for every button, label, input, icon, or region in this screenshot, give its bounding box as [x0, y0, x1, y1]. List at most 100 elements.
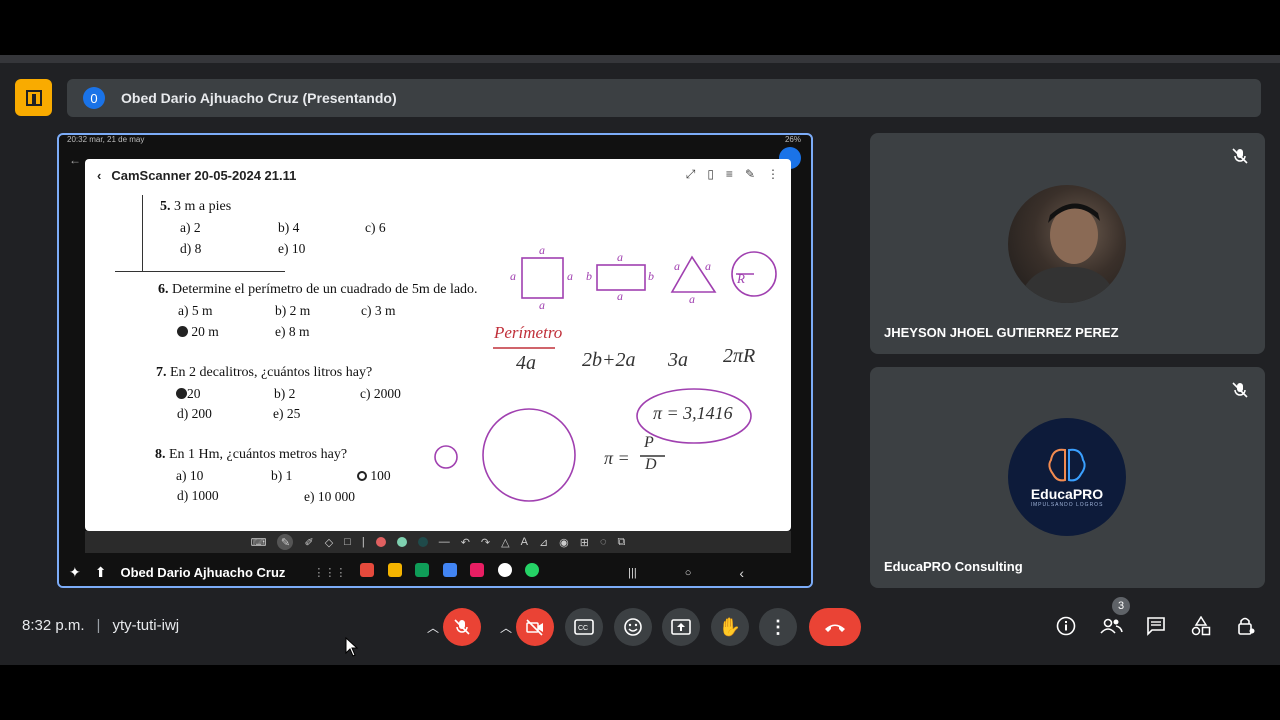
green-color-swatch[interactable]: [396, 537, 407, 547]
separator: |: [96, 617, 101, 634]
people-button[interactable]: [1099, 614, 1123, 638]
square-shape: [521, 257, 564, 299]
pin-icon[interactable]: ✦: [69, 564, 81, 581]
presenting-label: Obed Dario Ajhuacho Cruz (Presentando): [121, 90, 397, 106]
presenting-banner: 0 Obed Dario Ajhuacho Cruz (Presentando): [67, 79, 1261, 117]
audio-options-chevron-icon[interactable]: ︿: [427, 619, 439, 636]
door-icon: [25, 89, 42, 106]
label-a-tri-right: a: [705, 259, 711, 273]
activities-button[interactable]: [1189, 614, 1213, 638]
video-options-chevron-icon[interactable]: ︿: [500, 619, 512, 636]
taskbar-apps: [360, 563, 548, 582]
mic-off-icon: [454, 619, 470, 635]
lasso-icon[interactable]: ◌: [600, 536, 607, 548]
dark-color-swatch[interactable]: [417, 537, 428, 547]
participant-name: EducaPRO Consulting: [884, 559, 1023, 574]
app-red-icon[interactable]: [360, 563, 375, 577]
formula-square: 4a: [516, 352, 536, 374]
reactions-button[interactable]: [614, 608, 652, 646]
select-icon[interactable]: □: [344, 536, 351, 548]
keyboard-icon[interactable]: ⌨: [251, 536, 267, 549]
recents-icon[interactable]: |||: [628, 567, 637, 579]
mic-off-icon: [1232, 148, 1248, 164]
label-a-bottom-square: a: [539, 298, 545, 312]
eraser-icon[interactable]: ◇: [325, 536, 333, 549]
presenter-name: Obed Dario Ajhuacho Cruz: [120, 565, 286, 580]
label-a-top-square: a: [539, 243, 545, 257]
shared-screen: 20:32 mar, 21 de may 26% ← ‹ CamScanner …: [57, 133, 813, 588]
hang-up-icon: [825, 624, 845, 632]
insert-icon[interactable]: ⊞: [580, 536, 589, 549]
meet-companion-button[interactable]: [15, 79, 52, 116]
more-vert-icon: ⋮: [769, 616, 787, 637]
undo-icon[interactable]: ↶: [461, 536, 470, 549]
ruler-icon[interactable]: ⊿: [539, 536, 548, 549]
app-files-icon[interactable]: [387, 563, 402, 577]
label-a-top-rect: a: [617, 250, 623, 264]
presenter-nav-bar: ✦ ⬆ Obed Dario Ajhuacho Cruz ⋮⋮⋮ ||| ○ ‹: [59, 559, 811, 586]
raise-hand-button[interactable]: ✋: [711, 608, 749, 646]
label-a-tri-bottom: a: [689, 292, 695, 306]
annotation-toolbar: ⌨ ✎ ✐ ◇ □ | — ↶ ↷ △ A ⊿ ◉ ⊞ ◌ ⧉: [85, 531, 791, 553]
pi-value: π = 3,1416: [653, 403, 733, 423]
participant-tile-educapro[interactable]: EducaPRO IMPULSANDO LOGROS EducaPRO Cons…: [870, 367, 1265, 588]
stroke-width-icon[interactable]: —: [439, 536, 450, 548]
screenshot-icon[interactable]: ⧉: [618, 536, 626, 549]
captions-icon: CC: [574, 619, 594, 635]
home-icon[interactable]: ○: [685, 567, 692, 579]
shapes-icon: [1191, 616, 1211, 636]
whatsapp-icon[interactable]: [525, 563, 540, 577]
chat-icon: [1147, 617, 1165, 636]
tablet-status-time: 20:32 mar, 21 de may: [67, 135, 145, 144]
chat-button[interactable]: [1144, 614, 1168, 638]
host-controls-button[interactable]: [1234, 614, 1258, 638]
educapro-logo: EducaPRO IMPULSANDO LOGROS: [1008, 418, 1126, 536]
app-drawer-icon[interactable]: ⋮⋮⋮: [313, 566, 346, 579]
document-page: ‹ CamScanner 20-05-2024 21.11 ⤢ ▯ ≡ ✎ ⋮ …: [85, 159, 791, 531]
chrome-icon[interactable]: [497, 563, 512, 577]
label-a-tri-left: a: [674, 259, 680, 273]
red-color-swatch[interactable]: [375, 537, 386, 547]
present-screen-button[interactable]: [662, 608, 700, 646]
person-photo-icon: [1018, 203, 1118, 303]
redo-icon[interactable]: ↷: [481, 536, 490, 549]
text-format-icon[interactable]: A: [521, 536, 528, 548]
logo-subtext: IMPULSANDO LOGROS: [1030, 502, 1104, 508]
more-options-button[interactable]: ⋮: [759, 608, 797, 646]
app-pink-icon[interactable]: [470, 563, 485, 577]
pi-formula-denominator: D: [645, 456, 657, 473]
perimetro-heading: Perímetro: [494, 323, 563, 342]
app-blue-icon[interactable]: [442, 563, 457, 577]
avatar: [1008, 185, 1126, 303]
clock-time: 8:32 p.m.: [22, 617, 85, 634]
brain-icon: [1048, 448, 1086, 482]
small-circle: [434, 445, 458, 469]
big-circle: [482, 408, 576, 502]
lock-person-icon: [1238, 617, 1255, 635]
captions-button[interactable]: CC: [565, 608, 603, 646]
back-icon[interactable]: ‹: [739, 565, 744, 581]
svg-text:CC: CC: [578, 625, 588, 632]
leave-call-button[interactable]: [809, 608, 861, 646]
shape-icon[interactable]: △: [501, 536, 509, 549]
hand-icon: ✋: [718, 616, 742, 637]
mic-toggle-button[interactable]: [443, 608, 481, 646]
people-count-badge: 3: [1112, 597, 1130, 615]
top-strip: [0, 55, 1280, 63]
meeting-details-button[interactable]: [1054, 614, 1078, 638]
fill-icon[interactable]: ◉: [559, 536, 569, 549]
app-green-icon[interactable]: [415, 563, 430, 577]
mouse-cursor-icon: [345, 637, 359, 657]
participant-tile-jheyson[interactable]: JHEYSON JHOEL GUTIERREZ PEREZ: [870, 133, 1265, 354]
handwritten-shapes: [434, 251, 777, 502]
highlighter-icon[interactable]: ✐: [304, 536, 313, 549]
separator: |: [361, 536, 365, 548]
emoji-icon: [624, 618, 642, 636]
tablet-battery: 26%: [784, 135, 801, 144]
pen-icon[interactable]: ✎: [277, 534, 294, 550]
label-b-right-rect: b: [648, 269, 654, 283]
label-b-left-rect: b: [586, 269, 592, 283]
camera-toggle-button[interactable]: [516, 608, 554, 646]
rectangle-shape: [596, 264, 646, 291]
formula-rectangle: 2b+2a: [582, 349, 636, 371]
